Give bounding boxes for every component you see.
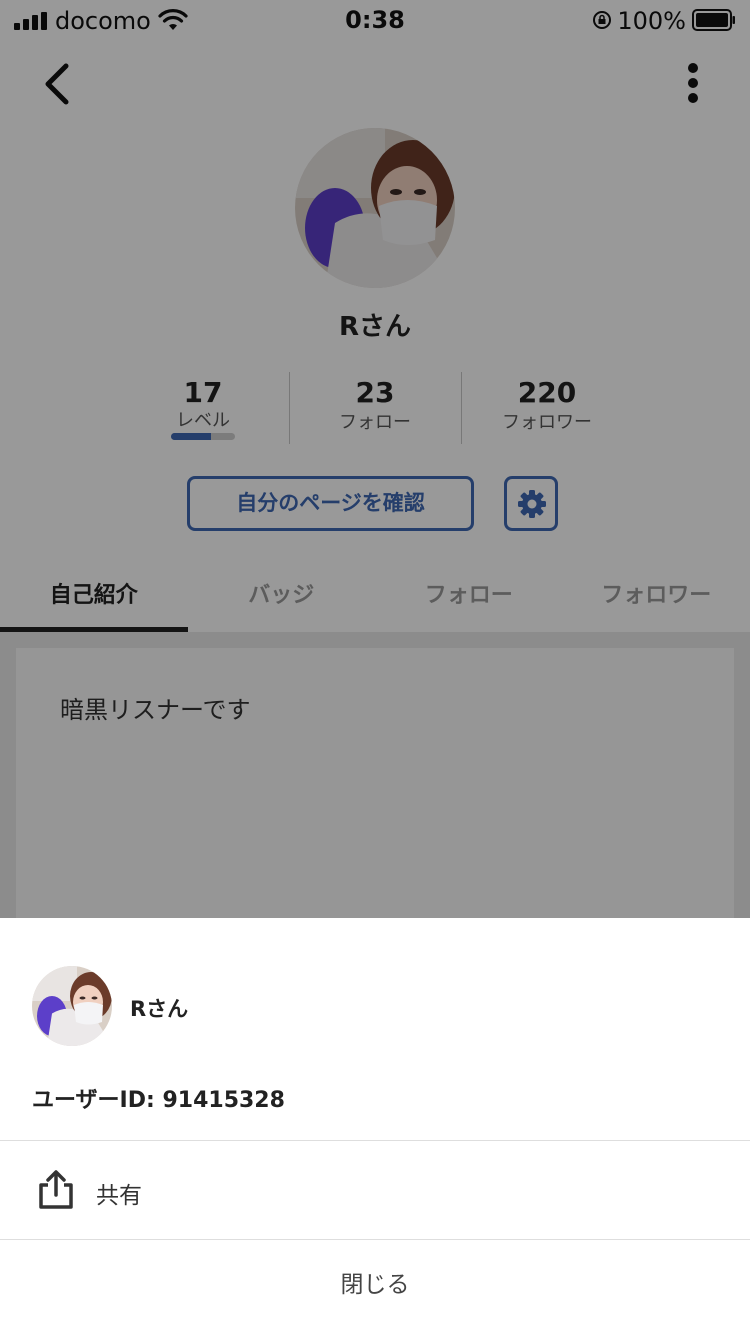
profile-screen: docomo 0:38 100% Rさん 17 レベル 23 フォロー 220 … (0, 0, 750, 1334)
user-id: ユーザーID: 91415328 (32, 1088, 285, 1113)
close-button[interactable]: 閉じる (0, 1240, 750, 1334)
share-label: 共有 (96, 1183, 142, 1209)
sheet-user-name: Rさん (130, 997, 189, 1021)
share-button[interactable]: 共有 (0, 1141, 750, 1238)
sheet-avatar (32, 966, 112, 1046)
modal-backdrop[interactable] (0, 0, 750, 918)
share-icon (39, 1170, 73, 1209)
